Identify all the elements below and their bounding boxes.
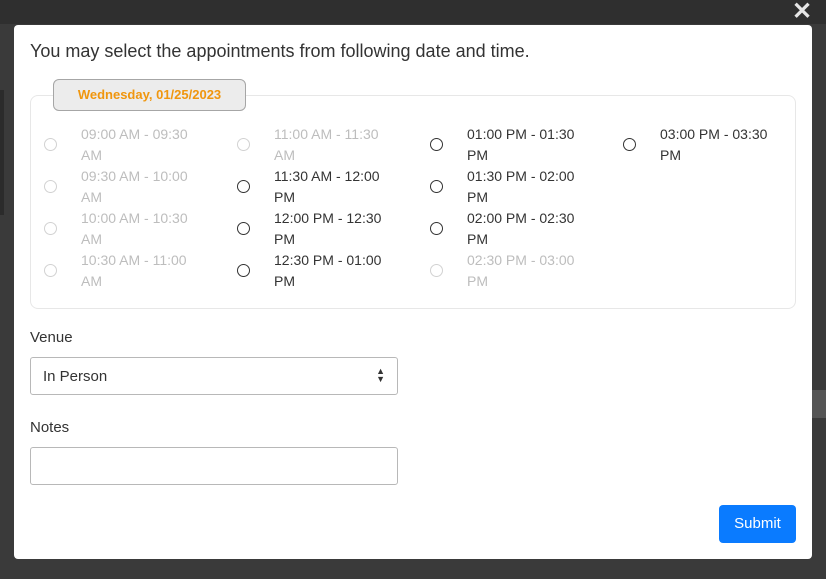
time-slot-label: 10:30 AM - 11:00 AM [81, 252, 187, 289]
slot-column: 11:00 AM - 11:30 AM 11:30 AM - 12:00 PM 12:0… [225, 124, 418, 289]
background-topbar [0, 0, 826, 24]
time-slot-label: 12:30 PM - 01:00 PM [274, 252, 382, 289]
time-slot: 11:00 AM - 11:30 AM [225, 124, 418, 166]
background-fragment [0, 90, 4, 215]
time-slot: 02:30 PM - 03:00 PM [418, 250, 611, 292]
time-slot-radio[interactable] [237, 222, 250, 235]
time-slot-label: 09:00 AM - 09:30 AM [81, 126, 188, 163]
time-slot-grid: 09:00 AM - 09:30 AM 09:30 AM - 10:00 AM 10:0… [32, 124, 812, 289]
modal-heading: You may select the appointments from fol… [30, 41, 530, 61]
time-slot-label: 03:00 PM - 03:30 PM [660, 126, 768, 163]
time-slot-label: 01:00 PM - 01:30 PM [467, 126, 575, 163]
time-slot-radio[interactable] [430, 138, 443, 151]
time-slot-radio[interactable] [430, 222, 443, 235]
background-fragment [812, 390, 826, 418]
slot-column: 09:00 AM - 09:30 AM 09:30 AM - 10:00 AM 10:0… [32, 124, 225, 289]
time-slot-radio [430, 264, 443, 277]
time-slot-radio [237, 138, 250, 151]
time-slot-label: 02:30 PM - 03:00 PM [467, 252, 575, 289]
time-slot: 10:30 AM - 11:00 AM [32, 250, 225, 292]
time-slot[interactable]: 12:00 PM - 12:30 PM [225, 208, 418, 250]
time-slot-radio[interactable] [623, 138, 636, 151]
submit-button[interactable]: Submit [719, 505, 796, 543]
time-slot[interactable]: 01:30 PM - 02:00 PM [418, 166, 611, 208]
time-slot: 09:00 AM - 09:30 AM [32, 124, 225, 166]
slot-column: 03:00 PM - 03:30 PM [611, 124, 804, 166]
time-slot-label: 10:00 AM - 10:30 AM [81, 210, 188, 247]
venue-label: Venue [30, 329, 73, 346]
time-slot-radio[interactable] [237, 264, 250, 277]
time-slot-label: 11:00 AM - 11:30 AM [274, 126, 379, 163]
time-slot[interactable]: 11:30 AM - 12:00 PM [225, 166, 418, 208]
time-slot-radio [44, 222, 57, 235]
date-badge: Wednesday, 01/25/2023 [53, 79, 246, 111]
notes-input[interactable] [30, 447, 398, 485]
slot-column: 01:00 PM - 01:30 PM 01:30 PM - 02:00 PM 02:0… [418, 124, 611, 289]
time-slot-label: 09:30 AM - 10:00 AM [81, 168, 188, 205]
time-slot-radio [44, 180, 57, 193]
time-slot-radio[interactable] [430, 180, 443, 193]
select-arrows-icon: ▲ ▼ [376, 366, 385, 384]
time-slot[interactable]: 01:00 PM - 01:30 PM [418, 124, 611, 166]
venue-value: In Person [43, 368, 108, 385]
time-slot-radio [44, 264, 57, 277]
close-icon[interactable]: ✕ [790, 0, 814, 24]
time-slot-radio [44, 138, 57, 151]
appointment-modal: You may select the appointments from fol… [14, 25, 812, 559]
time-slot: 10:00 AM - 10:30 AM [32, 208, 225, 250]
time-slot-label: 01:30 PM - 02:00 PM [467, 168, 575, 205]
notes-label: Notes [30, 419, 70, 436]
time-slot-label: 11:30 AM - 12:00 PM [274, 168, 380, 205]
time-slot-label: 02:00 PM - 02:30 PM [467, 210, 575, 247]
time-slot-radio[interactable] [237, 180, 250, 193]
venue-select[interactable]: In Person ▲ ▼ [30, 357, 398, 395]
time-slot: 09:30 AM - 10:00 AM [32, 166, 225, 208]
time-slot[interactable]: 02:00 PM - 02:30 PM [418, 208, 611, 250]
time-slot[interactable]: 03:00 PM - 03:30 PM [611, 124, 804, 166]
time-slot-label: 12:00 PM - 12:30 PM [274, 210, 382, 247]
time-slot[interactable]: 12:30 PM - 01:00 PM [225, 250, 418, 292]
